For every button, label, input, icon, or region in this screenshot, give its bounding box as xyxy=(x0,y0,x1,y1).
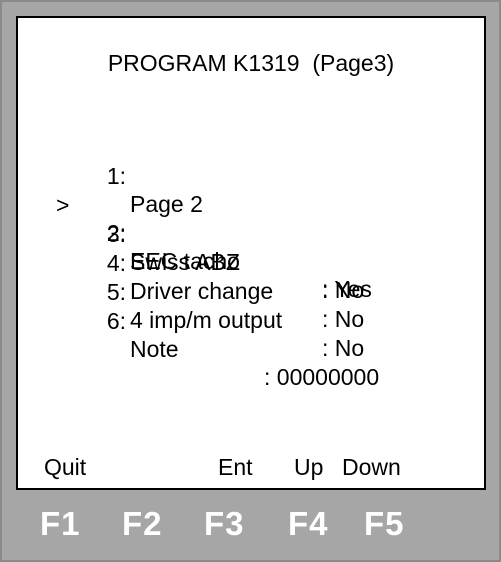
menu-item-value: : No xyxy=(322,335,365,361)
menu-item-label: Note xyxy=(130,336,179,362)
menu-item-number: 6: xyxy=(106,308,126,334)
menu-item-note[interactable]: 6: Note : 00000000 xyxy=(18,279,484,390)
function-key-f1[interactable]: F1 xyxy=(40,505,81,543)
device-panel: PROGRAM K1319 (Page3) 1: Page 2 > 2: EEC… xyxy=(0,0,501,562)
softkey-ent[interactable]: Ent xyxy=(218,454,253,481)
menu-item-page-2[interactable]: 1: Page 2 xyxy=(18,134,203,217)
menu-item-value: : 00000000 xyxy=(264,364,380,390)
function-key-f5[interactable]: F5 xyxy=(364,505,405,543)
menu-item-swiss-abz[interactable]: 3: Swiss ABZ : No xyxy=(18,192,484,303)
lcd-screen: PROGRAM K1319 (Page3) 1: Page 2 > 2: EEC… xyxy=(16,16,486,490)
menu-item-eec-tacho[interactable]: > 2: EEC tacho : Yes xyxy=(18,163,484,302)
function-key-f3[interactable]: F3 xyxy=(204,505,245,543)
softkey-up[interactable]: Up xyxy=(294,454,323,481)
softkey-down[interactable]: Down xyxy=(342,454,401,481)
menu-item-value: : No xyxy=(322,306,365,332)
softkey-quit[interactable]: Quit xyxy=(44,454,86,481)
page-title: PROGRAM K1319 (Page3) xyxy=(107,50,395,76)
menu-item-label: 4 imp/m output xyxy=(130,307,283,333)
function-key-f4[interactable]: F4 xyxy=(288,505,329,543)
menu-item-driver-change[interactable]: 4: Driver change : No xyxy=(18,221,484,332)
menu-item-imp-output[interactable]: 5: 4 imp/m output : No xyxy=(18,250,484,361)
function-key-f2[interactable]: F2 xyxy=(122,505,163,543)
